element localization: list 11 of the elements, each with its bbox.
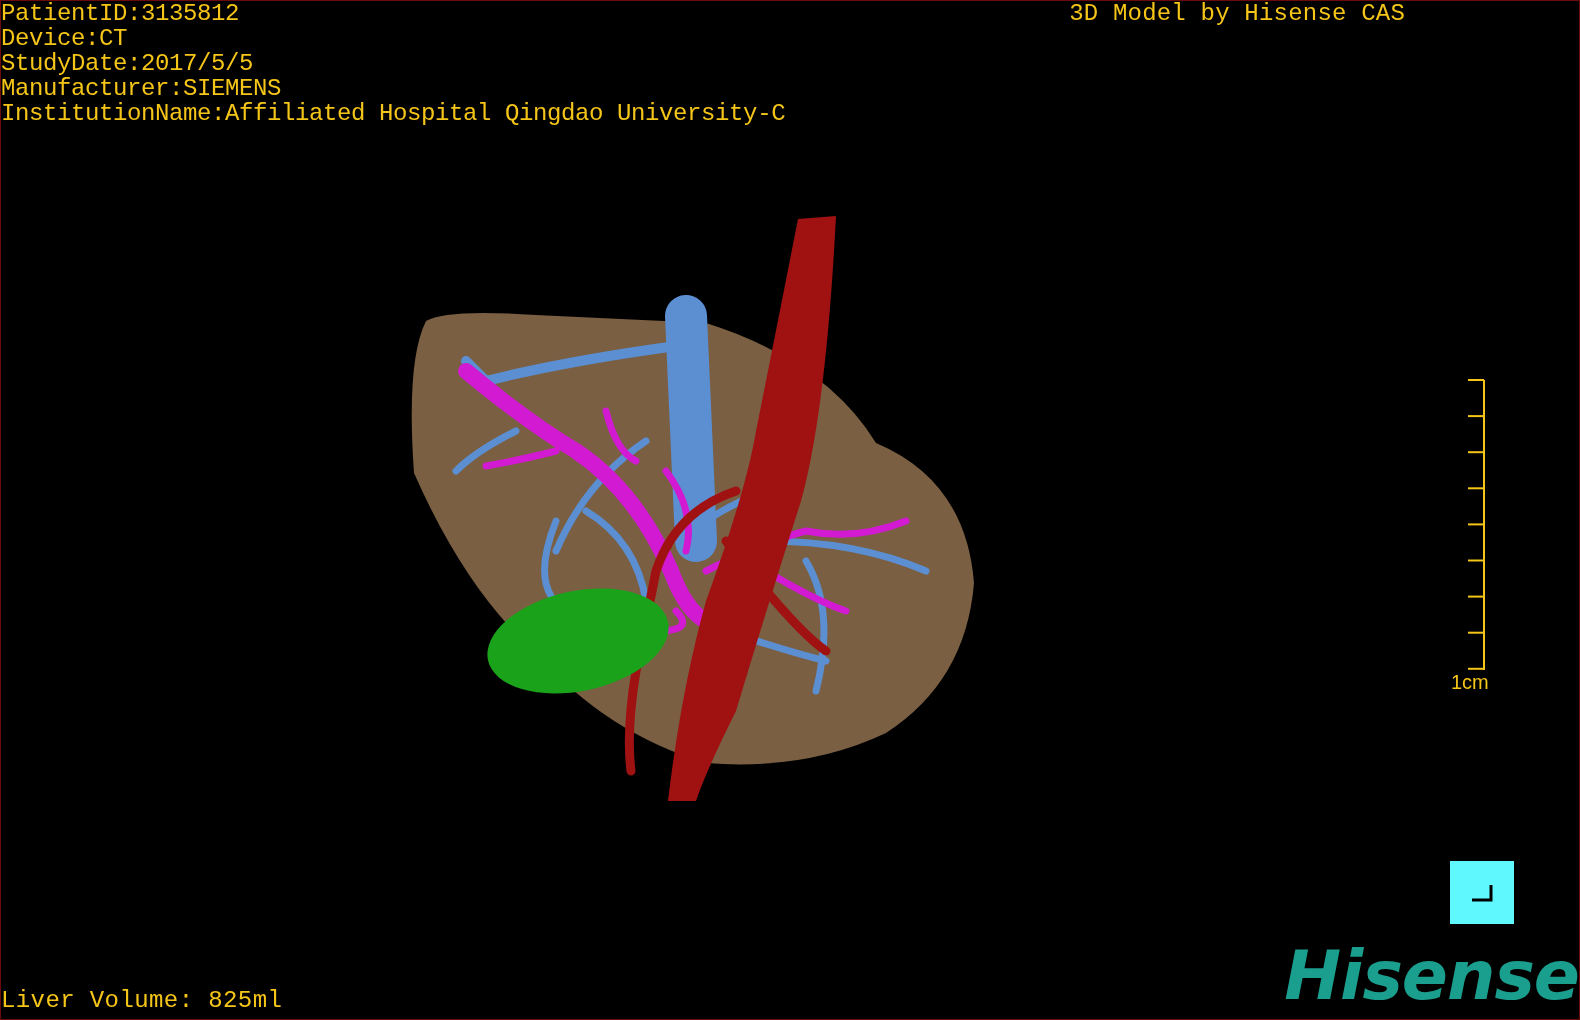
info-text: Manufacturer:SIEMENS bbox=[1, 76, 283, 101]
info-text: PatientID:3135812 bbox=[1, 1, 241, 26]
corner-button[interactable] bbox=[1450, 861, 1514, 924]
info-text: InstitutionName:Affiliated Hospital Qingdao University-C bbox=[1, 101, 786, 126]
liver-volume-text: Liver Volume: 825ml bbox=[1, 988, 283, 1013]
viewer-title: 3D Model by Hisense CAS bbox=[1069, 1, 1405, 26]
info-text: Device:CT bbox=[1, 26, 129, 51]
brand-logo: Hisense bbox=[1284, 945, 1579, 1007]
scale-label: 1cm bbox=[1451, 671, 1489, 693]
corner-icon bbox=[1471, 883, 1493, 902]
info-text: StudyDate:2017/5/5 bbox=[1, 51, 255, 76]
